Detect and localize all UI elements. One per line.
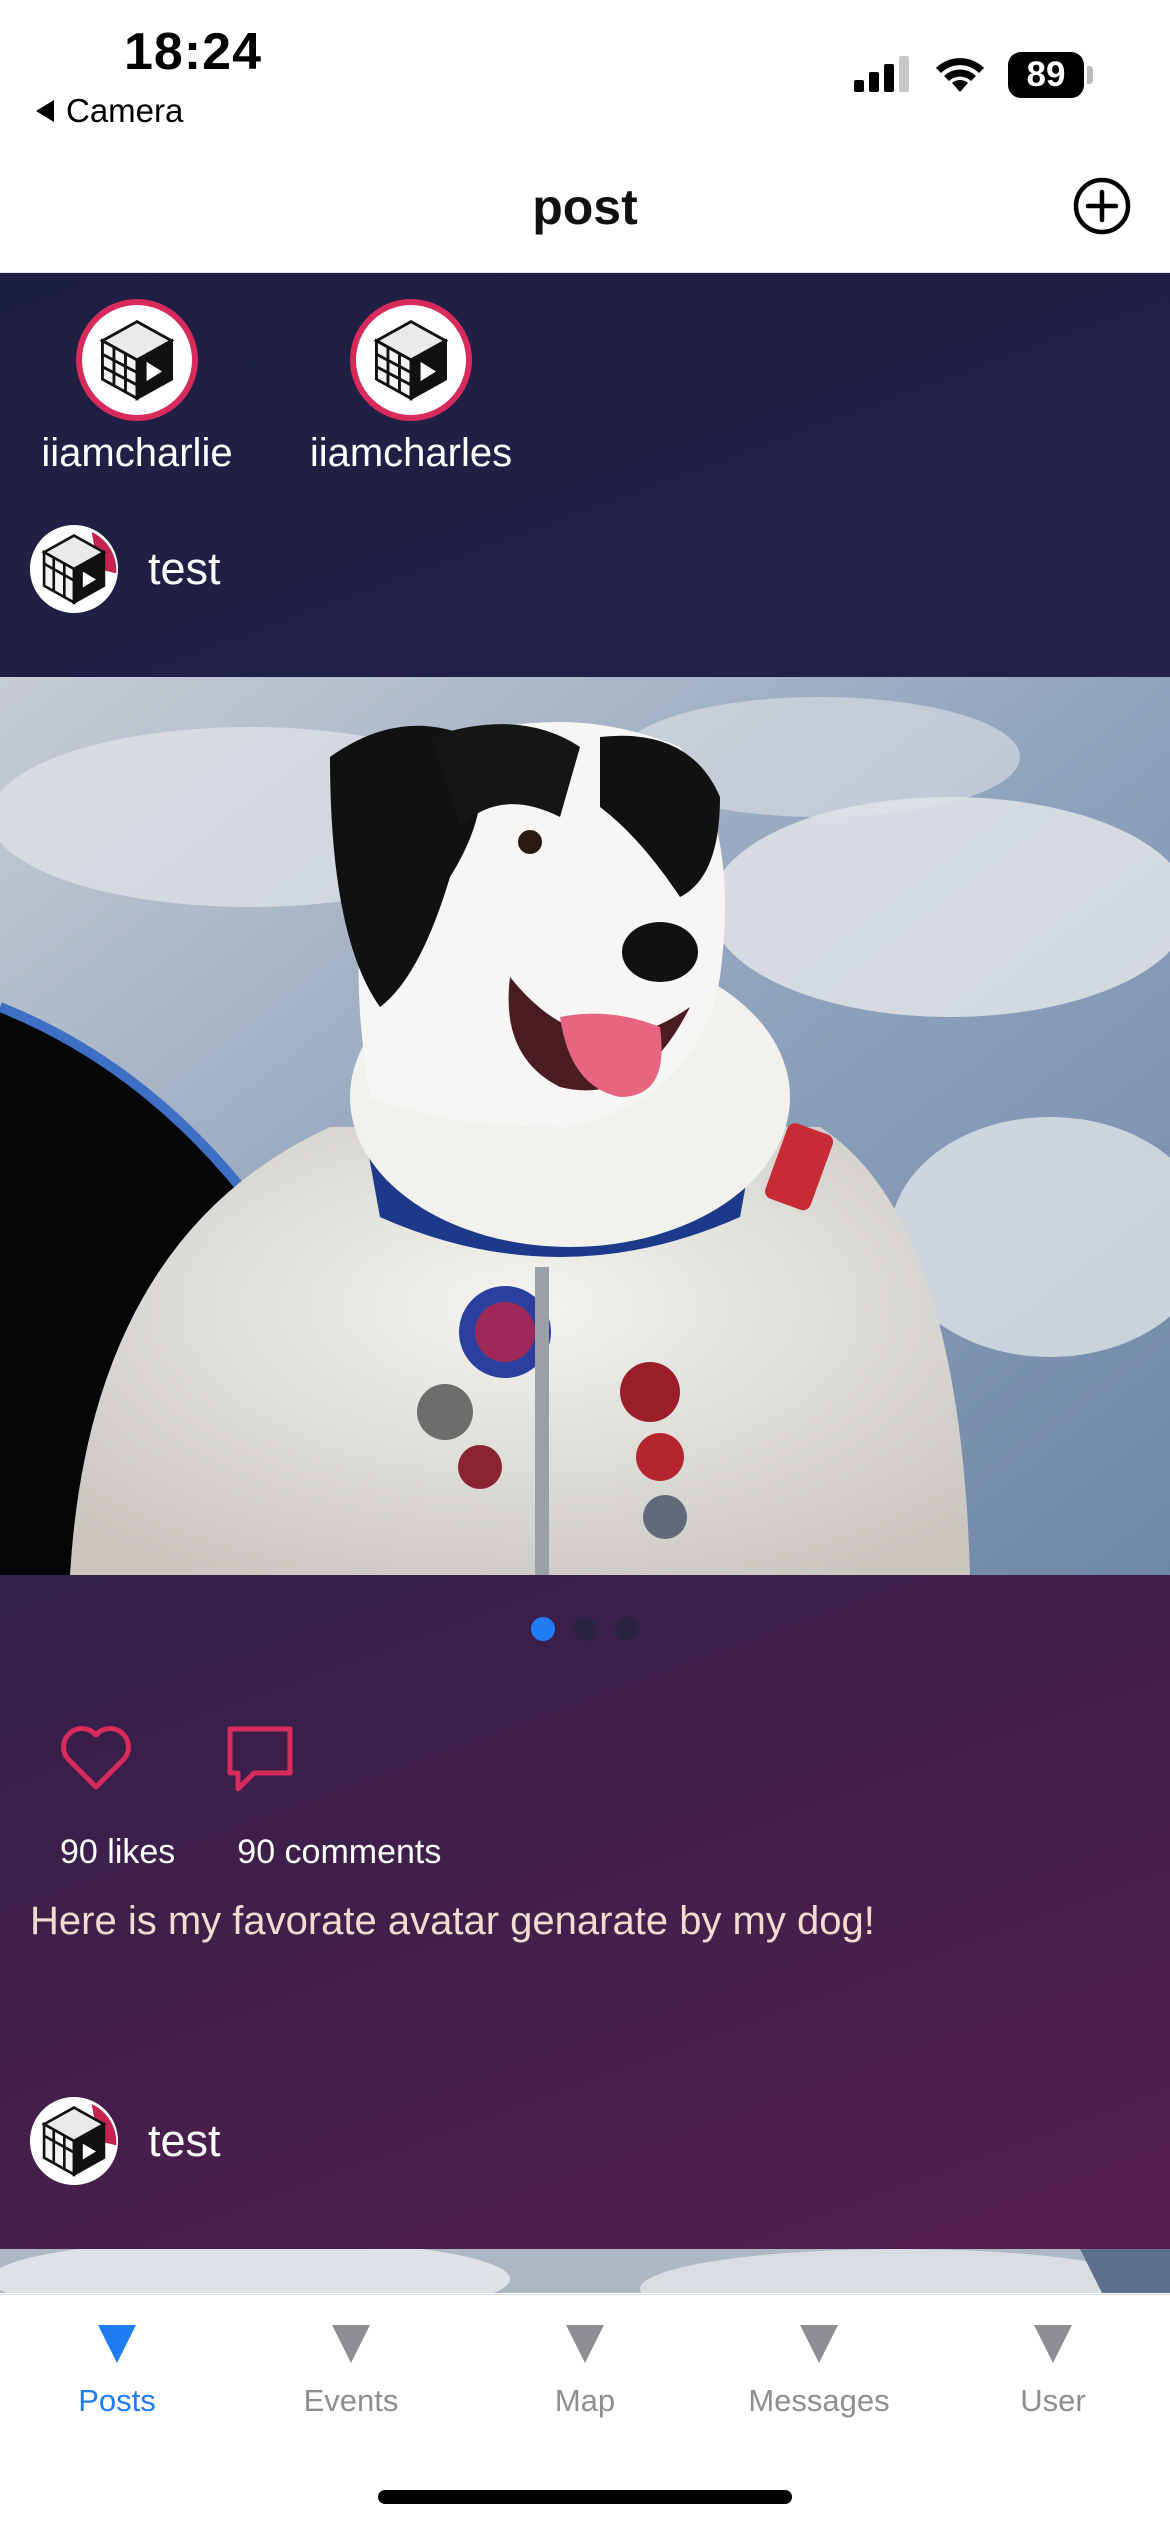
tab-triangle-icon (98, 2325, 136, 2363)
tab-messages[interactable]: Messages (702, 2325, 936, 2419)
likes-count[interactable]: 90 likes (60, 1833, 175, 1872)
status-time: 18:24 (124, 23, 262, 81)
story-username: iiamcharles (309, 431, 513, 475)
nav-header: post (0, 160, 1170, 273)
battery-icon: 89 (1008, 52, 1084, 98)
avatar (30, 2097, 118, 2185)
battery-cap (1087, 66, 1093, 84)
status-bar: 18:24 Camera 89 (0, 0, 1170, 160)
page-title: post (532, 179, 638, 235)
post-photo[interactable] (0, 677, 1170, 1575)
avatar (76, 299, 198, 421)
plus-circle-icon[interactable] (1072, 176, 1132, 236)
carousel-dot[interactable] (573, 1617, 597, 1641)
story-item[interactable]: iiamcharles (274, 299, 548, 479)
cube-logo-icon (363, 312, 459, 408)
cube-logo-icon (30, 2097, 118, 2185)
tab-triangle-icon (332, 2325, 370, 2363)
post-stats: 90 likes 90 comments (60, 1833, 441, 1872)
tab-user[interactable]: User (936, 2325, 1170, 2419)
wifi-icon (936, 58, 984, 92)
comments-count[interactable]: 90 comments (237, 1833, 441, 1872)
post-username: test (148, 543, 221, 594)
tab-label: User (1020, 2383, 1086, 2418)
tab-map[interactable]: Map (468, 2325, 702, 2419)
avatar (30, 525, 118, 613)
carousel-pager[interactable] (0, 1617, 1170, 1641)
tab-events[interactable]: Events (234, 2325, 468, 2419)
post-feed[interactable]: iiamcharlie iiamcharles test 90 likes 90… (0, 273, 1170, 2293)
signal-icon (854, 56, 909, 92)
heart-icon[interactable] (58, 1723, 134, 1793)
tab-label: Map (554, 2383, 616, 2418)
tab-triangle-icon (566, 2325, 604, 2363)
post-actions (58, 1723, 296, 1795)
post-photo[interactable] (0, 2249, 1170, 2293)
story-username: iiamcharlie (41, 431, 233, 475)
comment-icon[interactable] (224, 1723, 296, 1795)
back-label: Camera (66, 92, 184, 129)
tab-triangle-icon (1034, 2325, 1072, 2363)
tab-label: Posts (78, 2383, 156, 2418)
story-item[interactable]: iiamcharlie (0, 299, 274, 479)
post-header[interactable]: test (30, 2097, 221, 2185)
carousel-dot[interactable] (615, 1617, 639, 1641)
tab-label: Events (303, 2383, 399, 2418)
back-to-camera-link[interactable]: Camera (36, 92, 183, 130)
back-arrow-icon (36, 100, 54, 122)
tab-label: Messages (748, 2383, 890, 2418)
cube-logo-icon (89, 312, 185, 408)
tab-posts[interactable]: Posts (0, 2325, 234, 2419)
tab-triangle-icon (800, 2325, 838, 2363)
post-caption: Here is my favorate avatar genarate by m… (30, 1899, 875, 1943)
home-indicator (378, 2490, 792, 2504)
avatar (350, 299, 472, 421)
post-username: test (148, 2115, 221, 2166)
post-header[interactable]: test (30, 525, 221, 613)
stories-row: iiamcharlie iiamcharles (0, 299, 548, 479)
cube-logo-icon (30, 525, 118, 613)
carousel-dot-active[interactable] (531, 1617, 555, 1641)
